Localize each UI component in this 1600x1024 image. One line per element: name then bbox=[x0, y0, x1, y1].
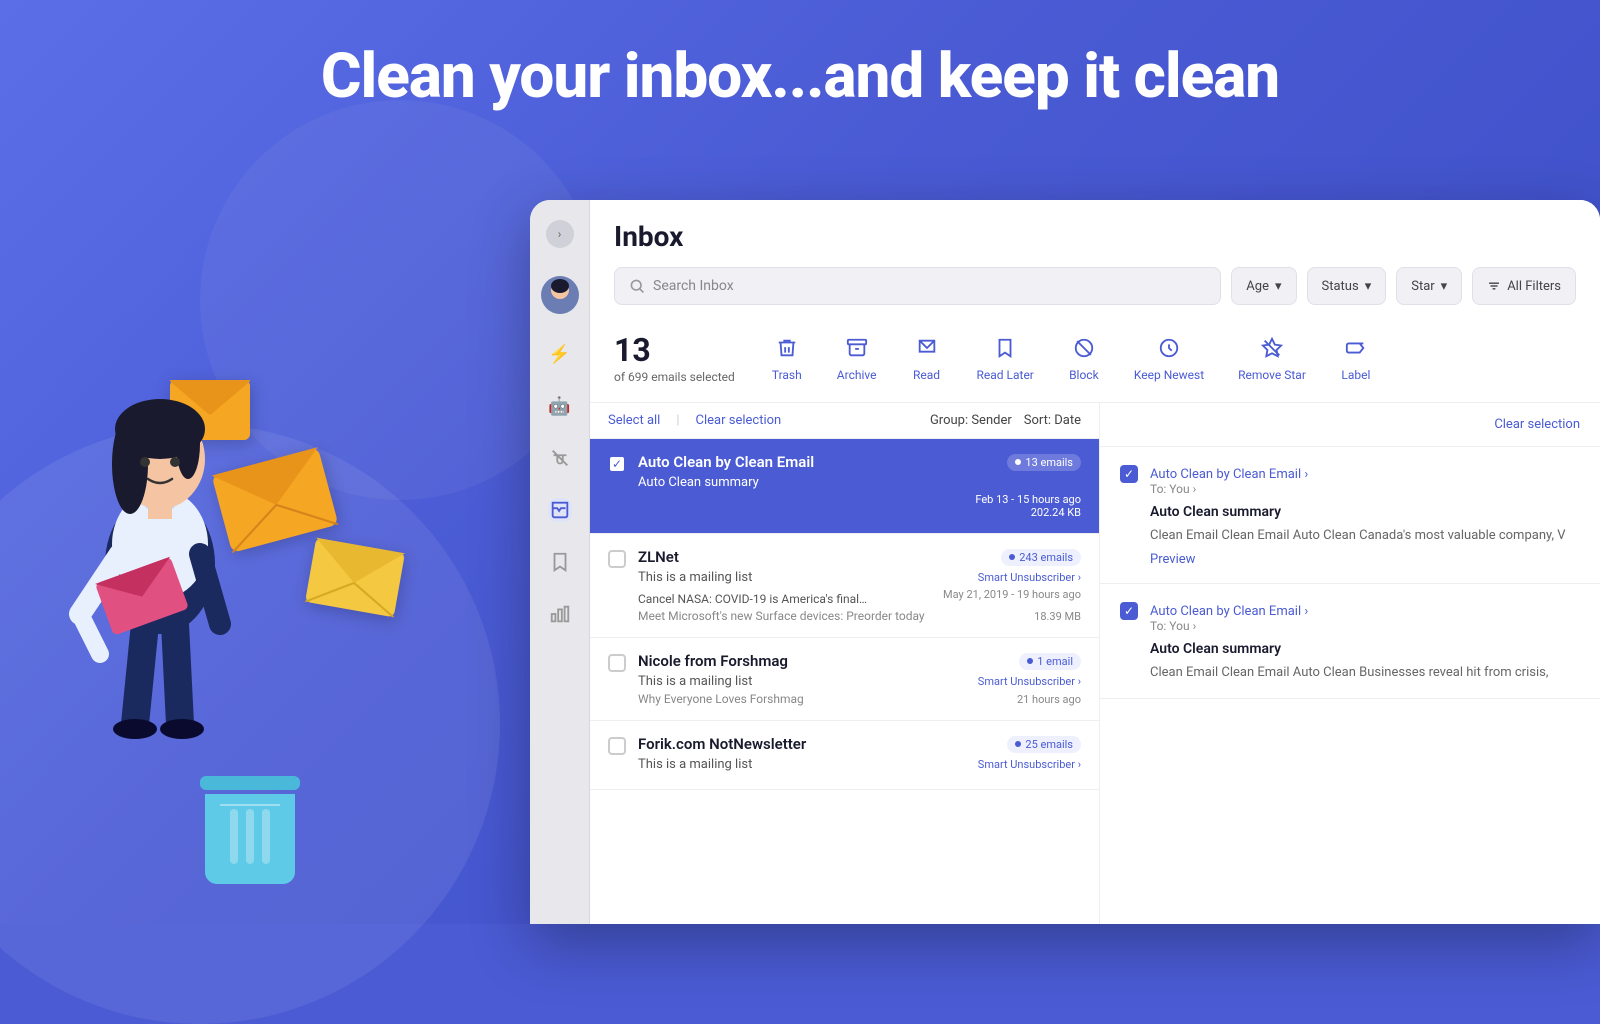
remove-star-action-btn[interactable]: Remove Star bbox=[1224, 329, 1320, 390]
email-group-forik[interactable]: Forik.com NotNewsletter 25 emails This i… bbox=[590, 721, 1099, 790]
group-sender-name-nicole: Nicole from Forshmag bbox=[638, 652, 788, 670]
detail-email-item-1: ✓ Auto Clean by Clean Email › To: You › … bbox=[1100, 447, 1600, 584]
read-later-icon bbox=[994, 337, 1016, 364]
status-filter-btn[interactable]: Status ▾ bbox=[1307, 267, 1387, 305]
group-sender-name-zlnet: ZLNet bbox=[638, 548, 679, 566]
group-sender-name-forik: Forik.com NotNewsletter bbox=[638, 735, 806, 753]
star-filter-btn[interactable]: Star ▾ bbox=[1396, 267, 1462, 305]
block-icon bbox=[1073, 337, 1095, 364]
group-sort-controls: Group: Sender Sort: Date bbox=[930, 413, 1081, 428]
sidebar-icon-mute[interactable] bbox=[548, 446, 572, 470]
age-filter-btn[interactable]: Age ▾ bbox=[1231, 267, 1296, 305]
keep-newest-action-btn[interactable]: Keep Newest bbox=[1120, 329, 1218, 390]
keep-newest-icon bbox=[1158, 337, 1180, 364]
group-meta-nicole: 21 hours ago bbox=[1017, 693, 1081, 706]
detail-to-2: To: You › bbox=[1150, 619, 1580, 633]
email-group-nicole[interactable]: Nicole from Forshmag 1 email This is a m… bbox=[590, 638, 1099, 721]
detail-body-2: Clean Email Clean Email Auto Clean Busin… bbox=[1120, 663, 1580, 683]
sidebar-toggle-btn[interactable]: › bbox=[546, 220, 574, 248]
inbox-title: Inbox bbox=[614, 220, 1576, 253]
group-by-btn[interactable]: Group: Sender bbox=[930, 413, 1012, 428]
sidebar-icon-stats[interactable] bbox=[548, 602, 572, 626]
block-action-btn[interactable]: Block bbox=[1054, 329, 1114, 390]
read-later-action-btn[interactable]: Read Later bbox=[963, 329, 1048, 390]
detail-subject-1: Auto Clean summary bbox=[1120, 504, 1580, 520]
email-group-zlnet[interactable]: ZLNet 243 emails This is a mailing list … bbox=[590, 534, 1099, 638]
search-placeholder: Search Inbox bbox=[653, 278, 734, 294]
group-preview-nicole: Why Everyone Loves Forshmag bbox=[638, 692, 804, 706]
group-unsubscribe-zlnet[interactable]: Smart Unsubscriber › bbox=[978, 571, 1081, 584]
group-email-count-badge: 13 emails bbox=[1007, 454, 1081, 471]
sort-by-btn[interactable]: Sort: Date bbox=[1024, 413, 1081, 428]
group-sender-name: Auto Clean by Clean Email bbox=[638, 453, 814, 471]
archive-action-btn[interactable]: Archive bbox=[823, 329, 891, 390]
selected-count: 13 of 699 emails selected bbox=[614, 334, 735, 385]
group-meta-zlnet: 18.39 MB bbox=[1034, 610, 1081, 623]
filter-icon bbox=[1487, 279, 1501, 293]
email-detail-panel: Clear selection ✓ Auto Clean by Clean Em… bbox=[1100, 403, 1600, 924]
group-checkbox-nicole[interactable] bbox=[608, 654, 626, 672]
sidebar-icon-flash[interactable]: ⚡ bbox=[548, 342, 572, 366]
group-meta: Feb 13 - 15 hours ago 202.24 KB bbox=[975, 493, 1081, 519]
detail-sender-name-2[interactable]: Auto Clean by Clean Email › bbox=[1150, 604, 1308, 619]
sidebar: › ⚡ 🤖 bbox=[530, 200, 590, 924]
list-controls: Select all | Clear selection Group: Send… bbox=[590, 403, 1099, 439]
email-groups-panel: Select all | Clear selection Group: Send… bbox=[590, 403, 1100, 924]
clear-selection-btn[interactable]: Clear selection bbox=[696, 413, 782, 428]
main-content: Inbox Search Inbox Age ▾ Status ▾ bbox=[590, 200, 1600, 924]
group-email-count-nicole: 1 email bbox=[1019, 653, 1081, 670]
email-group-auto-clean[interactable]: ✓ Auto Clean by Clean Email 13 emails Au… bbox=[590, 439, 1099, 534]
trash-action-btn[interactable]: Trash bbox=[757, 329, 817, 390]
detail-panel-header: Clear selection bbox=[1100, 403, 1600, 447]
detail-checkbox-1[interactable]: ✓ bbox=[1120, 465, 1138, 483]
detail-email-item-2: ✓ Auto Clean by Clean Email › To: You › … bbox=[1100, 584, 1600, 700]
selected-label: of 699 emails selected bbox=[614, 370, 735, 384]
group-checkbox-zlnet[interactable] bbox=[608, 550, 626, 568]
group-unsubscribe-nicole[interactable]: Smart Unsubscriber › bbox=[978, 675, 1081, 688]
page-headline: Clean your inbox...and keep it clean bbox=[0, 40, 1600, 113]
group-email-count-zlnet: 243 emails bbox=[1001, 549, 1081, 566]
sidebar-icon-inbox[interactable] bbox=[548, 498, 572, 522]
detail-to-1: To: You › bbox=[1150, 482, 1580, 496]
sidebar-icon-auto[interactable]: 🤖 bbox=[548, 394, 572, 418]
all-filters-btn[interactable]: All Filters bbox=[1472, 267, 1576, 305]
selected-number: 13 bbox=[614, 334, 735, 366]
person-illustration bbox=[0, 144, 520, 924]
sidebar-icon-bookmark[interactable] bbox=[548, 550, 572, 574]
label-action-btn[interactable]: Label bbox=[1326, 329, 1386, 390]
app-window: › ⚡ 🤖 bbox=[530, 200, 1600, 924]
detail-sender-name-1[interactable]: Auto Clean by Clean Email › bbox=[1150, 467, 1308, 482]
read-action-btn[interactable]: Read bbox=[897, 329, 957, 390]
group-subject-zlnet: This is a mailing list bbox=[638, 570, 752, 585]
group-unsubscribe-forik[interactable]: Smart Unsubscriber › bbox=[978, 758, 1081, 771]
archive-icon bbox=[846, 337, 868, 364]
detail-body-1: Clean Email Clean Email Auto Clean Canad… bbox=[1120, 526, 1580, 546]
group-preview-zlnet: Meet Microsoft's new Surface devices: Pr… bbox=[638, 609, 925, 623]
group-checkbox-forik[interactable] bbox=[608, 737, 626, 755]
group-subject-nicole: This is a mailing list bbox=[638, 674, 752, 689]
inbox-header: Inbox Search Inbox Age ▾ Status ▾ bbox=[590, 200, 1600, 319]
read-icon bbox=[916, 337, 938, 364]
group-subject: Auto Clean summary bbox=[638, 475, 759, 490]
detail-preview-link-1[interactable]: Preview bbox=[1120, 552, 1580, 567]
label-icon bbox=[1345, 337, 1367, 364]
group-subject-forik: This is a mailing list bbox=[638, 757, 752, 772]
search-bar[interactable]: Search Inbox bbox=[614, 267, 1221, 305]
action-toolbar: 13 of 699 emails selected Trash Archive bbox=[590, 319, 1600, 403]
search-icon bbox=[629, 278, 645, 294]
group-email-count-forik: 25 emails bbox=[1007, 736, 1081, 753]
trash-icon bbox=[776, 337, 798, 364]
search-row: Search Inbox Age ▾ Status ▾ Star ▾ bbox=[614, 267, 1576, 305]
remove-star-icon bbox=[1261, 337, 1283, 364]
group-checkbox-auto-clean[interactable]: ✓ bbox=[608, 455, 626, 473]
detail-checkbox-2[interactable]: ✓ bbox=[1120, 602, 1138, 620]
email-list-area: Select all | Clear selection Group: Send… bbox=[590, 403, 1600, 924]
select-all-btn[interactable]: Select all bbox=[608, 413, 660, 428]
detail-clear-selection-btn[interactable]: Clear selection bbox=[1494, 417, 1580, 432]
detail-subject-2: Auto Clean summary bbox=[1120, 641, 1580, 657]
user-avatar[interactable] bbox=[541, 276, 579, 314]
